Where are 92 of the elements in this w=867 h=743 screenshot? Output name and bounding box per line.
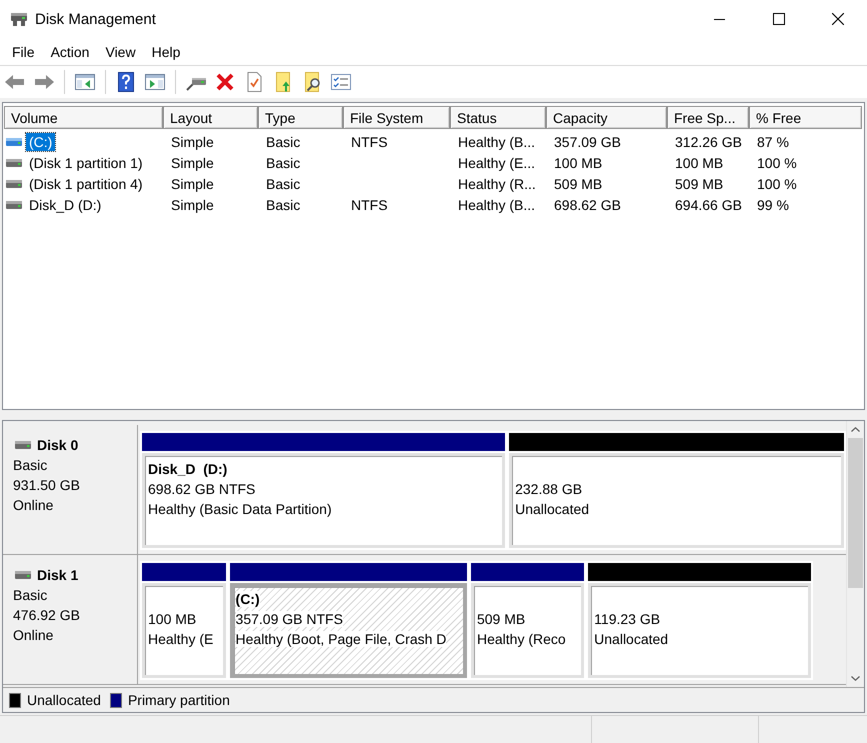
disk-size: 931.50 GB (13, 476, 80, 495)
partition-size: 232.88 GB (515, 481, 582, 497)
disk-status: Online (13, 496, 54, 515)
table-cell: Healthy (B... (458, 134, 536, 150)
column-header[interactable]: Layout (163, 106, 258, 129)
maximize-icon (772, 13, 784, 25)
partition-panel[interactable]: (C:) 357.09 GB NTFS Healthy (Boot, Page File, Crash D (230, 583, 467, 678)
table-cell: Simple (171, 196, 214, 212)
partition-label: (C:) (236, 591, 260, 607)
window-title: Disk Management (35, 10, 156, 28)
partition-panel[interactable]: 509 MB Healthy (Reco (470, 583, 584, 678)
legend-label: Unallocated (27, 692, 101, 708)
partition-status: Unallocated (515, 501, 590, 517)
table-cell: Healthy (E... (458, 154, 536, 170)
drive-icon (6, 136, 22, 146)
table-cell: 694.66 GB (675, 196, 742, 212)
partition-label: Disk_D (D:) (148, 461, 228, 477)
column-header[interactable]: Type (258, 106, 343, 129)
table-cell: 100 MB (554, 154, 602, 170)
table-cell: Healthy (R... (458, 176, 536, 192)
menu-item[interactable]: Action (42, 42, 98, 62)
table-cell: 99 % (757, 196, 789, 212)
disk-size: 476.92 GB (13, 606, 80, 625)
partition-status: Healthy (E (148, 631, 214, 647)
scrollbar-track[interactable] (846, 421, 864, 687)
partition-size: 698.62 GB NTFS (148, 481, 256, 497)
table-cell: Simple (171, 154, 214, 170)
table-cell: Basic (266, 196, 300, 212)
column-header[interactable]: Volume (4, 106, 163, 129)
column-header[interactable]: Status (450, 106, 546, 129)
partition-panel[interactable]: 119.23 GB Unallocated (588, 583, 811, 678)
drive-icon (6, 200, 22, 210)
table-cell: Simple (171, 134, 214, 150)
table-cell[interactable]: Disk_D (D:) (26, 196, 104, 214)
partition-status: Healthy (Reco (476, 631, 566, 647)
down-caret-icon[interactable] (851, 676, 860, 681)
column-header[interactable]: % Free (749, 106, 862, 129)
column-header[interactable]: Capacity (546, 106, 667, 129)
partition-size: 119.23 GB (594, 611, 660, 627)
table-cell[interactable]: (Disk 1 partition 4) (26, 174, 146, 192)
drive-icon (15, 570, 31, 580)
partition-panel[interactable]: 232.88 GB Unallocated (509, 453, 844, 548)
disk-type: Basic (13, 586, 48, 605)
help-icon[interactable] (115, 71, 137, 93)
partition-status: Healthy (Boot, Page File, Crash D (236, 631, 446, 647)
drive-icon (6, 178, 22, 188)
table-cell: 100 % (757, 176, 797, 192)
partition-size: 357.09 GB NTFS (236, 611, 343, 627)
partition-size: 509 MB (476, 611, 526, 627)
table-cell[interactable]: (C:) (26, 132, 56, 150)
table-cell: NTFS (351, 196, 388, 212)
column-header[interactable]: Free Sp... (667, 106, 749, 129)
scrollbar-thumb[interactable] (848, 438, 863, 588)
partition-panel[interactable]: 100 MB Healthy (E (142, 583, 226, 678)
partition-status: Unallocated (594, 631, 668, 647)
table-cell: 312.26 GB (675, 134, 742, 150)
minimize-icon (714, 18, 725, 20)
delete-icon[interactable] (214, 71, 236, 93)
table-cell: 100 MB (675, 154, 724, 170)
window-pane-icon[interactable] (144, 71, 166, 93)
column-header[interactable]: File System (343, 106, 450, 129)
table-cell: 100 % (757, 154, 797, 170)
menu-item[interactable]: Help (144, 42, 188, 62)
table-cell: 509 MB (675, 176, 724, 192)
close-icon (832, 13, 844, 25)
disk-status: Online (13, 626, 54, 645)
table-cell: 509 MB (554, 176, 602, 192)
table-cell: Basic (266, 134, 300, 150)
disk-name: Disk 0 (37, 436, 78, 455)
table-cell: 87 % (757, 134, 789, 150)
window-pane-icon[interactable] (74, 71, 96, 93)
table-cell: NTFS (351, 134, 388, 150)
menu-item[interactable]: View (97, 42, 144, 62)
checklist-icon[interactable] (330, 71, 352, 93)
partition-size: 100 MB (148, 611, 196, 627)
table-cell: Simple (171, 176, 214, 192)
table-cell: Healthy (B... (458, 196, 536, 212)
table-cell: 357.09 GB (554, 134, 621, 150)
partition-panel[interactable]: Disk_D (D:) 698.62 GB NTFS Healthy (Basic Data Partition) (142, 453, 506, 548)
legend-label: Primary partition (128, 692, 230, 708)
disk-drive-icon (10, 11, 28, 27)
disk-type: Basic (13, 456, 48, 475)
table-cell: Basic (266, 176, 300, 192)
table-cell[interactable]: (Disk 1 partition 1) (26, 154, 146, 172)
table-cell: 698.62 GB (554, 196, 621, 212)
drive-icon (15, 440, 31, 450)
partition-status: Healthy (Basic Data Partition) (148, 501, 332, 517)
drive-icon (6, 158, 22, 168)
menu-item[interactable]: File (4, 42, 43, 62)
disk-name: Disk 1 (37, 566, 78, 585)
table-cell: Basic (266, 154, 300, 170)
up-caret-icon[interactable] (851, 427, 860, 432)
